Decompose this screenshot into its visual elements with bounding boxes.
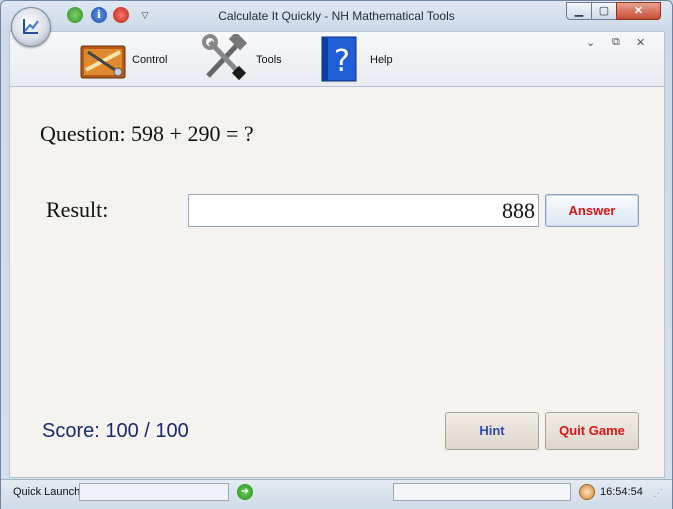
minimize-button[interactable]: ▁ xyxy=(566,2,592,20)
title-bar: i ▽ Calculate It Quickly - NH Mathematic… xyxy=(1,1,672,47)
ribbon-label-tools: Tools xyxy=(256,54,282,66)
app-menu-orb[interactable] xyxy=(11,7,51,47)
status-bar: Quick Launch ➜ 16:54:54 ⋰ xyxy=(1,479,672,509)
ribbon-item-control[interactable]: Control xyxy=(80,34,180,84)
score-text: Score: 100 / 100 xyxy=(42,420,189,442)
ribbon-item-tools[interactable]: Tools xyxy=(200,34,290,84)
question-text: Question: 598 + 290 = ? xyxy=(40,121,254,146)
result-label: Result: xyxy=(46,197,109,222)
ribbon-close-icon[interactable]: ✕ xyxy=(636,36,645,49)
result-input[interactable]: 888 xyxy=(188,194,539,227)
resize-grip-icon[interactable]: ⋰ xyxy=(653,488,663,499)
go-icon[interactable]: ➜ xyxy=(237,484,253,500)
hint-button[interactable]: Hint xyxy=(445,412,539,450)
quick-launch-label: Quick Launch xyxy=(13,486,81,498)
ribbon-label-control: Control xyxy=(132,54,168,66)
maximize-button[interactable]: ▢ xyxy=(591,2,617,20)
svg-text:?: ? xyxy=(334,44,350,79)
clock-time: 16:54:54 xyxy=(600,486,643,498)
clock-icon xyxy=(579,484,595,500)
game-panel: Question: 598 + 290 = ? Result: 888 Answ… xyxy=(9,87,665,478)
ribbon-item-help[interactable]: ? Help xyxy=(320,34,400,84)
app-logo-icon xyxy=(23,19,39,34)
help-book-icon: ? xyxy=(321,36,357,82)
progress-bar xyxy=(393,483,571,501)
ribbon-collapse-icon[interactable]: ⌄ xyxy=(586,36,595,49)
control-panel-icon xyxy=(80,45,126,79)
ribbon-restore-icon[interactable]: ⧉ xyxy=(612,36,620,49)
app-window: i ▽ Calculate It Quickly - NH Mathematic… xyxy=(0,0,673,509)
close-button[interactable]: ✕ xyxy=(616,2,661,20)
hammer-wrench-icon xyxy=(202,34,248,81)
ribbon-toolbar: Control Tools ? Help ⌄ ⧉ ✕ xyxy=(9,31,665,87)
answer-button[interactable]: Answer xyxy=(545,194,639,227)
quit-game-button[interactable]: Quit Game xyxy=(545,412,639,450)
quick-launch-input[interactable] xyxy=(79,483,229,501)
ribbon-label-help: Help xyxy=(370,54,393,66)
